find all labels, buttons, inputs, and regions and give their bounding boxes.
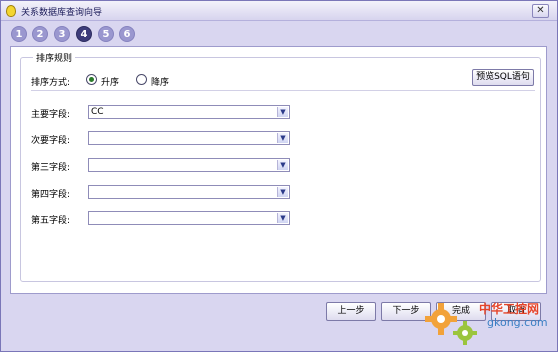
sort-group-title: 排序规则 <box>33 51 76 64</box>
step-6-icon[interactable]: 6 <box>119 26 135 42</box>
ascending-label[interactable]: 升序 <box>101 75 119 88</box>
window-title: 关系数据库查询向导 <box>21 8 103 18</box>
fifth-field-select[interactable]: ▼ <box>88 211 290 225</box>
prev-button[interactable]: 上一步 <box>326 302 376 321</box>
wizard-window: 关系数据库查询向导 ✕ 1 2 3 4 5 6 排序规则 排序方式: 升序 降序… <box>0 0 558 352</box>
app-icon <box>6 5 16 17</box>
primary-field-label: 主要字段: <box>31 110 71 120</box>
cancel-button[interactable]: 取消 <box>491 302 541 321</box>
sort-order-label: 排序方式: <box>31 78 71 88</box>
secondary-field-select[interactable]: ▼ <box>88 131 290 145</box>
step-2-icon[interactable]: 2 <box>32 26 48 42</box>
step-4-icon[interactable]: 4 <box>76 26 92 42</box>
close-button[interactable]: ✕ <box>532 4 549 18</box>
chevron-down-icon[interactable]: ▼ <box>277 160 288 170</box>
third-field-label: 第三字段: <box>31 163 71 173</box>
chevron-down-icon[interactable]: ▼ <box>277 107 288 117</box>
ascending-radio[interactable] <box>86 74 97 85</box>
descending-label[interactable]: 降序 <box>151 75 169 88</box>
content-panel: 排序规则 排序方式: 升序 降序 预览SQL语句 主要字段: CC ▼ 次要字段… <box>10 46 547 294</box>
chevron-down-icon[interactable]: ▼ <box>277 187 288 197</box>
fourth-field-select[interactable]: ▼ <box>88 185 290 199</box>
third-field-select[interactable]: ▼ <box>88 158 290 172</box>
primary-field-select[interactable]: CC ▼ <box>88 105 290 119</box>
divider <box>31 90 535 91</box>
step-3-icon[interactable]: 3 <box>54 26 70 42</box>
next-button[interactable]: 下一步 <box>381 302 431 321</box>
fourth-field-label: 第四字段: <box>31 190 71 200</box>
chevron-down-icon[interactable]: ▼ <box>277 133 288 143</box>
title-bar: 关系数据库查询向导 ✕ <box>1 1 557 21</box>
finish-button[interactable]: 完成 <box>436 302 486 321</box>
chevron-down-icon[interactable]: ▼ <box>277 213 288 223</box>
step-1-icon[interactable]: 1 <box>11 26 27 42</box>
secondary-field-label: 次要字段: <box>31 136 71 146</box>
step-5-icon[interactable]: 5 <box>98 26 114 42</box>
fifth-field-label: 第五字段: <box>31 216 71 226</box>
descending-radio[interactable] <box>136 74 147 85</box>
primary-field-value: CC <box>91 107 104 117</box>
preview-sql-button[interactable]: 预览SQL语句 <box>472 69 534 86</box>
